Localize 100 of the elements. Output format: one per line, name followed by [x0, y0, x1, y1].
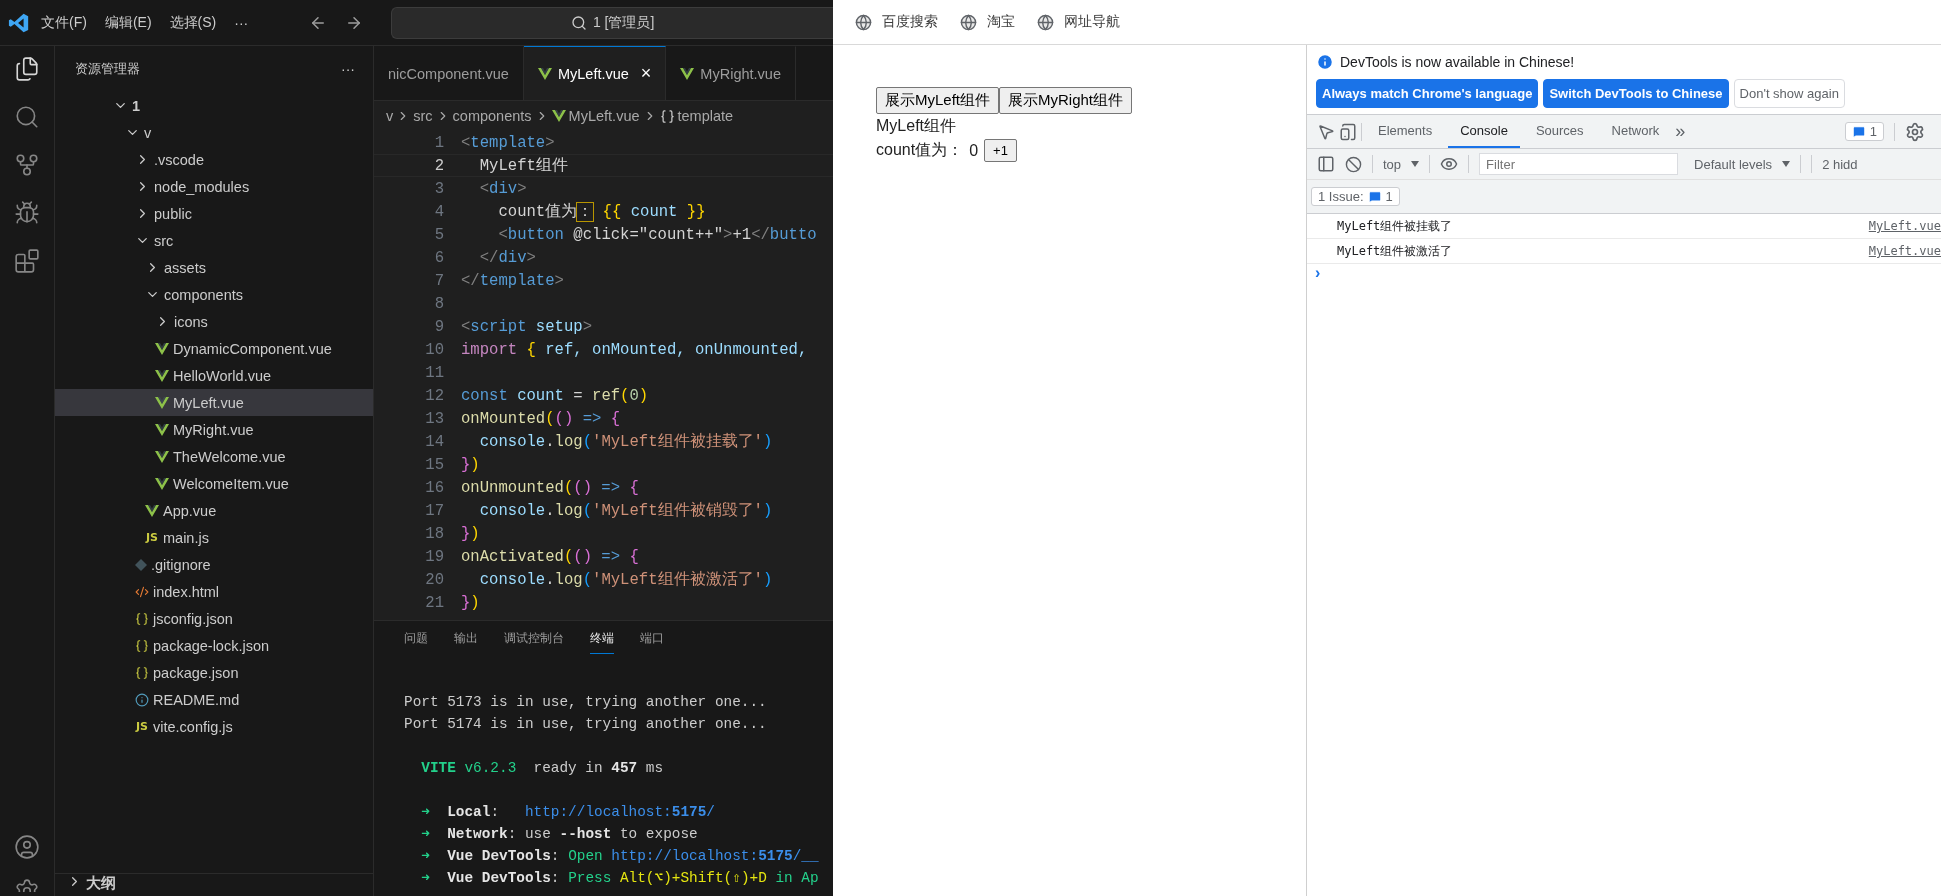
banner-button[interactable]: Switch DevTools to Chinese [1543, 79, 1729, 108]
editor-tab[interactable]: MyLeft.vue × [523, 46, 667, 100]
clear-console-icon[interactable] [1345, 155, 1362, 173]
source-link[interactable]: MyLeft.vue [1868, 219, 1941, 233]
outline-section-header[interactable]: 大纲 [55, 873, 373, 896]
menu-item[interactable]: ··· [227, 10, 256, 35]
tree-item[interactable]: v [55, 119, 373, 146]
increment-button[interactable]: +1 [984, 139, 1017, 162]
breadcrumb-item[interactable]: MyLeft.vue [568, 108, 640, 124]
line-number: 7 [433, 271, 445, 290]
device-toolbar-icon[interactable] [1339, 122, 1357, 141]
globe-icon [960, 13, 977, 31]
code-line: </div> [478, 248, 536, 267]
curly-braces-icon [135, 611, 149, 626]
breadcrumb-item[interactable]: components [452, 108, 532, 124]
breadcrumb-item[interactable]: v [386, 108, 394, 124]
message-icon [1851, 124, 1866, 139]
tree-item[interactable]: package-lock.json [55, 632, 373, 659]
show-component-button[interactable]: 展示MyLeft组件 [876, 87, 999, 114]
tree-item[interactable]: icons [55, 308, 373, 335]
v-logo-icon [155, 477, 169, 490]
panel-tab[interactable]: 调试控制台 [504, 624, 564, 654]
tree-item[interactable]: MyLeft.vue [55, 389, 373, 416]
inspect-icon[interactable] [1317, 122, 1335, 141]
line-number: 12 [424, 386, 445, 405]
tree-item[interactable]: index.html [55, 578, 373, 605]
debug-icon[interactable] [14, 200, 40, 226]
settings-icon[interactable] [1905, 121, 1925, 142]
levels-dropdown[interactable]: Default levels [1694, 156, 1773, 172]
eye-icon[interactable] [1440, 155, 1459, 173]
extensions-icon[interactable] [14, 248, 40, 274]
search-icon[interactable] [14, 104, 40, 130]
source-link[interactable]: MyLeft.vue [1868, 244, 1941, 258]
show-component-button[interactable]: 展示MyRight组件 [999, 87, 1133, 114]
banner-button[interactable]: Don't show again [1733, 79, 1845, 108]
sidebar-toggle-icon[interactable] [1317, 155, 1335, 173]
caret-down-icon[interactable] [1782, 161, 1791, 167]
issues-button[interactable]: 1 Issue: 1 [1311, 187, 1400, 206]
more-tabs-button[interactable]: » [1675, 121, 1686, 142]
panel-tab[interactable]: 端口 [640, 624, 664, 654]
panel-tab[interactable]: 输出 [454, 624, 478, 654]
line-number: 2 [433, 156, 445, 175]
tree-item[interactable]: node_modules [55, 173, 373, 200]
menu-item[interactable]: 选择(S) [162, 9, 224, 36]
issues-badge[interactable]: 1 [1844, 122, 1884, 141]
v-logo-icon [537, 67, 552, 80]
bookmark[interactable]: 网址导航 [1064, 13, 1120, 31]
braces-icon [659, 108, 675, 124]
tree-item[interactable]: JS vite.config.js [55, 713, 373, 740]
settings-icon[interactable] [14, 878, 40, 892]
tree-item[interactable]: .gitignore [55, 551, 373, 578]
tree-item[interactable]: 1 [55, 92, 373, 119]
console-prompt[interactable]: › [1307, 264, 1941, 282]
line-number: 13 [424, 409, 445, 428]
code-line: <script setup> [461, 317, 593, 336]
filter-field[interactable]: Filter [1479, 153, 1679, 175]
tree-item[interactable]: jsconfig.json [55, 605, 373, 632]
tree-item[interactable]: README.md [55, 686, 373, 713]
explorer-title: 资源管理器 [75, 60, 140, 78]
line-number: 17 [424, 501, 445, 520]
close-icon[interactable]: × [640, 63, 652, 84]
breadcrumb-item[interactable]: src [413, 108, 433, 124]
menu-item[interactable]: 文件(F) [34, 9, 94, 36]
panel-tab[interactable]: 终端 [590, 624, 614, 654]
info-icon [1316, 53, 1334, 71]
tree-item[interactable]: DynamicComponent.vue [55, 335, 373, 362]
account-icon[interactable] [14, 834, 40, 860]
code-line: onActivated(() => { [461, 547, 639, 566]
tree-item[interactable]: TheWelcome.vue [55, 443, 373, 470]
line-number: 6 [433, 248, 445, 267]
command-center[interactable]: 1 [管理员] [391, 6, 833, 39]
tree-item[interactable]: src [55, 227, 373, 254]
caret-down-icon[interactable] [1411, 161, 1420, 167]
menu-item[interactable]: 编辑(E) [97, 9, 159, 36]
tree-item[interactable]: .vscode [55, 146, 373, 173]
code-line: }) [461, 524, 480, 543]
banner-button[interactable]: Always match Chrome's language [1316, 79, 1539, 108]
context-dropdown[interactable]: top [1383, 156, 1402, 172]
code-line: }) [461, 455, 480, 474]
bookmark[interactable]: 淘宝 [987, 13, 1015, 31]
tree-item[interactable]: public [55, 200, 373, 227]
tree-item[interactable]: MyRight.vue [55, 416, 373, 443]
tree-item[interactable]: assets [55, 254, 373, 281]
git-icon[interactable] [14, 152, 40, 178]
tree-item[interactable]: package.json [55, 659, 373, 686]
tree-item[interactable]: components [55, 281, 373, 308]
tree-item[interactable]: JS main.js [55, 524, 373, 551]
more-actions-button[interactable]: ··· [341, 61, 355, 77]
terminal-line: ➜ Vue DevTools: Open http://localhost:5175/__ [420, 847, 820, 866]
line-number: 5 [433, 225, 445, 244]
tree-item[interactable]: App.vue [55, 497, 373, 524]
files-icon[interactable] [14, 56, 40, 82]
devtools-tab[interactable]: Network [1599, 115, 1672, 148]
tree-item[interactable]: HelloWorld.vue [55, 362, 373, 389]
tree-item[interactable]: WelcomeItem.vue [55, 470, 373, 497]
breadcrumb-item[interactable]: template [677, 108, 734, 124]
devtools-tab[interactable]: Elements [1366, 115, 1445, 148]
bookmark[interactable]: 百度搜索 [882, 13, 938, 31]
devtools-tab[interactable]: Sources [1523, 115, 1596, 148]
panel-tab[interactable]: 问题 [404, 624, 428, 654]
